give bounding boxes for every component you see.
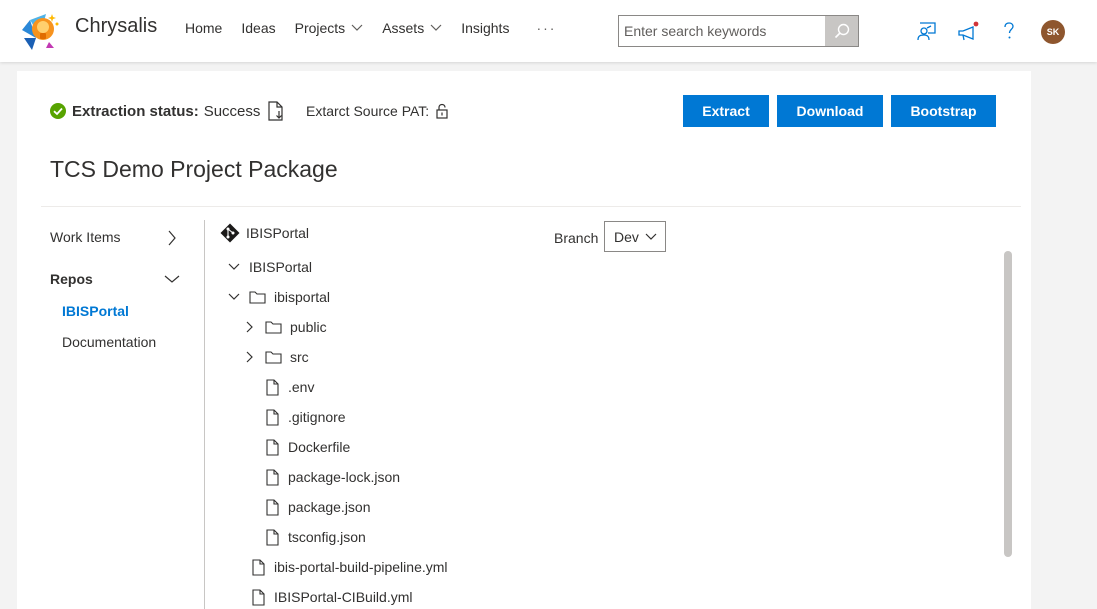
git-icon bbox=[220, 223, 240, 243]
file-icon bbox=[266, 468, 279, 486]
pat-label: Extarct Source PAT: bbox=[306, 103, 430, 119]
document-download-icon[interactable] bbox=[267, 101, 285, 121]
file-icon bbox=[266, 528, 279, 546]
folder-icon bbox=[265, 321, 282, 334]
header-divider bbox=[41, 206, 1021, 207]
tree-scrollbar[interactable] bbox=[1004, 251, 1012, 557]
tree-row-root[interactable]: IBISPortal bbox=[228, 256, 312, 278]
nav-insights[interactable]: Insights bbox=[461, 0, 509, 56]
tree-item-label: IBISPortal bbox=[249, 259, 313, 275]
file-icon bbox=[266, 498, 279, 516]
file-icon bbox=[252, 558, 265, 576]
success-check-icon bbox=[50, 103, 66, 119]
chevron-down-icon[interactable] bbox=[163, 274, 181, 284]
source-pat: Extarct Source PAT: bbox=[306, 103, 448, 119]
tree-item-label: ibisportal bbox=[274, 289, 331, 305]
branch-value: Dev bbox=[614, 228, 639, 245]
chevron-right-icon[interactable] bbox=[167, 229, 177, 247]
package-card: Extraction status: Success Extarct Sourc… bbox=[17, 71, 1031, 609]
tree-item-label: Dockerfile bbox=[288, 439, 351, 455]
tree-row-file[interactable]: package.json bbox=[266, 496, 371, 518]
nav-ideas[interactable]: Ideas bbox=[241, 0, 275, 56]
tree-item-label: src bbox=[290, 349, 309, 365]
sidebar-item-work-items[interactable]: Work Items bbox=[50, 229, 121, 245]
tree-item-label: package.json bbox=[288, 499, 371, 515]
search-box bbox=[618, 15, 859, 47]
search-input[interactable] bbox=[619, 16, 826, 46]
tree-row-file[interactable]: tsconfig.json bbox=[266, 526, 366, 548]
folder-icon bbox=[265, 351, 282, 364]
file-icon bbox=[266, 408, 279, 426]
tree-item-label: tsconfig.json bbox=[288, 529, 366, 545]
extraction-status: Extraction status: Success bbox=[50, 101, 285, 121]
chevron-down-icon[interactable] bbox=[228, 263, 240, 271]
sidebar-item-repo-documentation[interactable]: Documentation bbox=[62, 334, 156, 350]
tree-row-file[interactable]: Dockerfile bbox=[266, 436, 350, 458]
extract-button[interactable]: Extract bbox=[683, 95, 769, 127]
nav-home[interactable]: Home bbox=[185, 0, 222, 56]
tree-item-label: IBISPortal-CIBuild.yml bbox=[274, 589, 413, 605]
search-button[interactable] bbox=[825, 16, 858, 46]
branch-label: Branch bbox=[554, 230, 599, 246]
chevron-down-icon bbox=[645, 233, 657, 240]
chevron-right-icon[interactable] bbox=[246, 321, 254, 333]
help-question-icon[interactable] bbox=[997, 19, 1021, 43]
chrysalis-logo-icon[interactable] bbox=[16, 8, 62, 54]
tree-row-folder[interactable]: public bbox=[246, 316, 327, 338]
tree-row-file[interactable]: package-lock.json bbox=[266, 466, 400, 488]
feedback-person-icon[interactable] bbox=[915, 19, 939, 43]
more-options-icon[interactable]: ··· bbox=[536, 20, 556, 36]
download-button[interactable]: Download bbox=[777, 95, 883, 127]
chevron-down-icon bbox=[351, 24, 363, 31]
sidebar-item-repos[interactable]: Repos bbox=[50, 271, 93, 287]
chevron-down-icon[interactable] bbox=[228, 293, 240, 301]
file-icon bbox=[266, 378, 279, 396]
user-avatar[interactable]: SK bbox=[1041, 20, 1065, 44]
branch-dropdown[interactable]: Dev bbox=[604, 221, 666, 252]
tree-row-file[interactable]: ibis-portal-build-pipeline.yml bbox=[252, 556, 448, 578]
sidebar-item-repo-ibisportal[interactable]: IBISPortal bbox=[62, 303, 129, 319]
search-icon bbox=[834, 23, 849, 39]
file-icon bbox=[266, 438, 279, 456]
tree-item-label: .gitignore bbox=[288, 409, 346, 425]
tree-row-file[interactable]: IBISPortal-CIBuild.yml bbox=[252, 586, 412, 608]
top-navigation-bar: Chrysalis Home Ideas Projects Assets Ins… bbox=[0, 0, 1097, 62]
repo-name: IBISPortal bbox=[246, 225, 310, 241]
tree-item-label: package-lock.json bbox=[288, 469, 401, 485]
chevron-down-icon bbox=[430, 24, 442, 31]
main-nav: Home Ideas Projects Assets Insights ··· bbox=[185, 0, 556, 56]
folder-icon bbox=[249, 291, 266, 304]
tree-row-folder[interactable]: src bbox=[246, 346, 309, 368]
repo-header: IBISPortal bbox=[220, 222, 309, 244]
tree-row-file[interactable]: .gitignore bbox=[266, 406, 346, 428]
nav-assets[interactable]: Assets bbox=[382, 0, 442, 56]
tree-item-label: ibis-portal-build-pipeline.yml bbox=[274, 559, 448, 575]
chevron-right-icon[interactable] bbox=[246, 351, 254, 363]
status-value: Success bbox=[203, 102, 261, 120]
tree-row-folder[interactable]: ibisportal bbox=[228, 286, 330, 308]
bootstrap-button[interactable]: Bootstrap bbox=[891, 95, 996, 127]
tree-item-label: .env bbox=[288, 379, 315, 395]
status-label: Extraction status: bbox=[72, 102, 199, 120]
announcement-megaphone-icon[interactable] bbox=[956, 19, 980, 43]
file-icon bbox=[252, 588, 265, 606]
sidebar-divider bbox=[204, 220, 205, 609]
tree-row-file[interactable]: .env bbox=[266, 376, 314, 398]
nav-projects[interactable]: Projects bbox=[295, 0, 364, 56]
lock-icon[interactable] bbox=[436, 103, 448, 119]
tree-item-label: public bbox=[290, 319, 327, 335]
brand-name[interactable]: Chrysalis bbox=[75, 15, 157, 38]
page-title: TCS Demo Project Package bbox=[50, 156, 338, 182]
